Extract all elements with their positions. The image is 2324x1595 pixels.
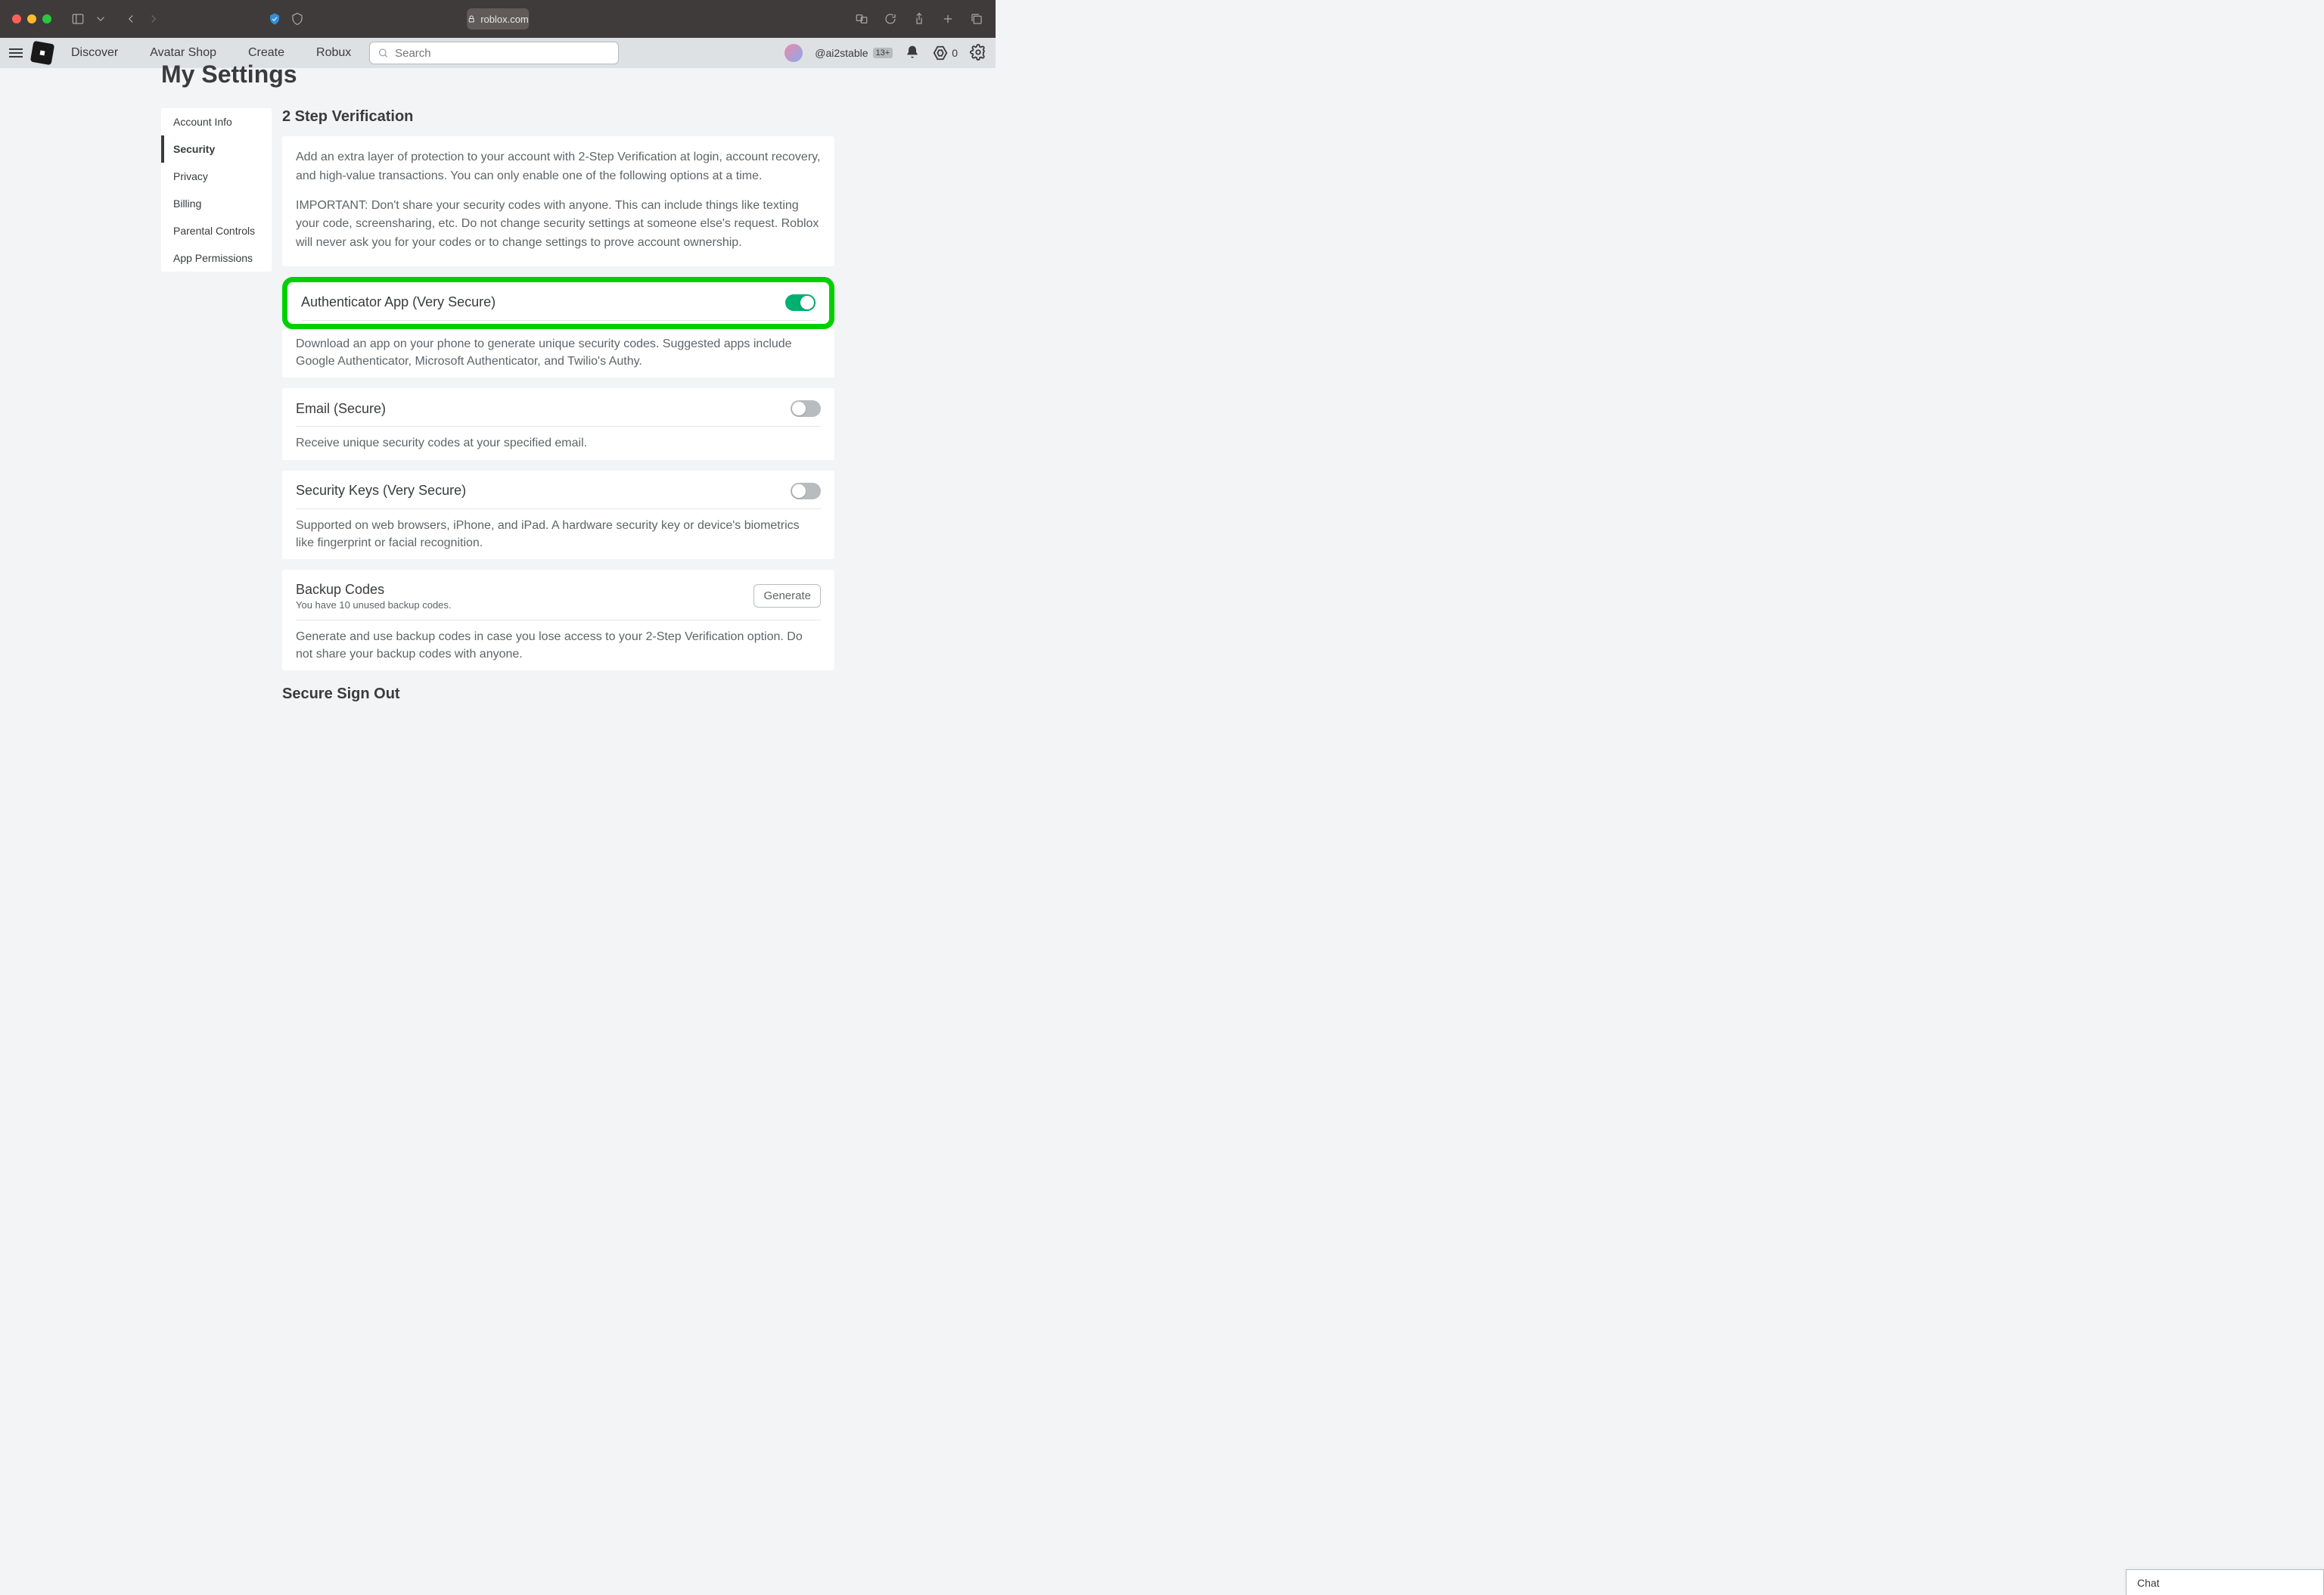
sidebar-item-label: Parental Controls <box>173 225 255 237</box>
menu-icon[interactable] <box>9 48 23 58</box>
sidebar-item-label: Security <box>173 143 215 155</box>
sidebar-item-account-info[interactable]: Account Info <box>161 108 272 135</box>
reload-icon[interactable] <box>884 12 897 26</box>
intro-text-2: IMPORTANT: Don't share your security cod… <box>296 197 821 253</box>
nav-create[interactable]: Create <box>248 46 284 60</box>
minimize-window-icon[interactable] <box>27 14 36 23</box>
generate-button[interactable]: Generate <box>753 584 821 608</box>
nav-avatar-shop[interactable]: Avatar Shop <box>150 46 216 60</box>
sidebar-item-app-permissions[interactable]: App Permissions <box>161 244 272 272</box>
page-title: My Settings <box>161 61 834 89</box>
chevron-down-icon[interactable] <box>94 12 107 26</box>
email-title: Email (Secure) <box>296 401 386 417</box>
translate-icon[interactable] <box>855 12 868 26</box>
backup-desc: Generate and use backup codes in case yo… <box>296 628 821 663</box>
username[interactable]: @ai2stable <box>815 47 868 59</box>
backup-subtitle: You have 10 unused backup codes. <box>296 599 452 611</box>
sidebar-toggle-icon[interactable] <box>71 12 85 26</box>
robux-balance[interactable]: 0 <box>932 45 958 61</box>
robux-icon <box>932 45 949 61</box>
avatar[interactable] <box>785 44 803 62</box>
section-title: 2 Step Verification <box>282 108 834 126</box>
search-input[interactable] <box>395 47 611 60</box>
email-toggle[interactable] <box>791 400 821 417</box>
lock-icon <box>467 14 476 23</box>
security-keys-panel: Security Keys (Very Secure) Supported on… <box>282 471 834 559</box>
url-bar[interactable]: roblox.com <box>467 8 529 30</box>
window-controls[interactable] <box>12 14 51 23</box>
roblox-logo-icon[interactable] <box>30 41 54 65</box>
email-desc: Receive unique security codes at your sp… <box>296 434 821 452</box>
tabs-icon[interactable] <box>970 12 983 26</box>
new-tab-icon[interactable] <box>941 12 955 26</box>
authenticator-panel: Authenticator App (Very Secure) <box>282 277 834 329</box>
close-window-icon[interactable] <box>12 14 21 23</box>
authenticator-toggle[interactable] <box>785 294 816 311</box>
tracking-shield-icon[interactable] <box>290 12 304 26</box>
sidebar-item-billing[interactable]: Billing <box>161 190 272 217</box>
fullscreen-window-icon[interactable] <box>42 14 51 23</box>
settings-sidebar: Account Info Security Privacy Billing Pa… <box>161 108 272 272</box>
sidebar-item-security[interactable]: Security <box>161 135 272 163</box>
back-icon[interactable] <box>124 12 138 26</box>
search-icon <box>377 47 389 59</box>
sidebar-item-parental-controls[interactable]: Parental Controls <box>161 217 272 244</box>
email-panel: Email (Secure) Receive unique security c… <box>282 388 834 459</box>
backup-title: Backup Codes <box>296 582 452 598</box>
intro-text-1: Add an extra layer of protection to your… <box>296 148 821 186</box>
intro-panel: Add an extra layer of protection to your… <box>282 136 834 266</box>
url-text: roblox.com <box>480 14 529 25</box>
sidebar-item-privacy[interactable]: Privacy <box>161 163 272 190</box>
notifications-icon[interactable] <box>905 45 920 62</box>
share-icon[interactable] <box>912 12 926 26</box>
sidebar-item-label: Account Info <box>173 116 232 128</box>
age-badge: 13+ <box>873 48 893 58</box>
security-keys-title: Security Keys (Very Secure) <box>296 483 466 499</box>
secure-signout-title: Secure Sign Out <box>282 686 834 703</box>
sidebar-item-label: Privacy <box>173 170 208 182</box>
forward-icon[interactable] <box>147 12 160 26</box>
chat-label: Chat <box>2137 1577 2160 1589</box>
security-keys-desc: Supported on web browsers, iPhone, and i… <box>296 517 821 552</box>
backup-codes-panel: Backup Codes You have 10 unused backup c… <box>282 570 834 670</box>
privacy-shield-icon[interactable] <box>268 12 281 26</box>
sidebar-item-label: Billing <box>173 197 201 210</box>
authenticator-desc-panel: Download an app on your phone to generat… <box>282 329 834 378</box>
security-keys-toggle[interactable] <box>791 483 821 499</box>
settings-gear-icon[interactable] <box>970 44 986 63</box>
nav-discover[interactable]: Discover <box>71 46 118 60</box>
nav-links: Discover Avatar Shop Create Robux <box>71 46 351 60</box>
chat-tab[interactable]: Chat <box>2126 1569 2324 1595</box>
nav-robux[interactable]: Robux <box>316 46 351 60</box>
authenticator-desc: Download an app on your phone to generat… <box>296 335 821 370</box>
sidebar-item-label: App Permissions <box>173 252 253 264</box>
robux-count: 0 <box>952 47 958 59</box>
authenticator-title: Authenticator App (Very Secure) <box>301 294 496 310</box>
browser-chrome: roblox.com <box>0 0 996 38</box>
